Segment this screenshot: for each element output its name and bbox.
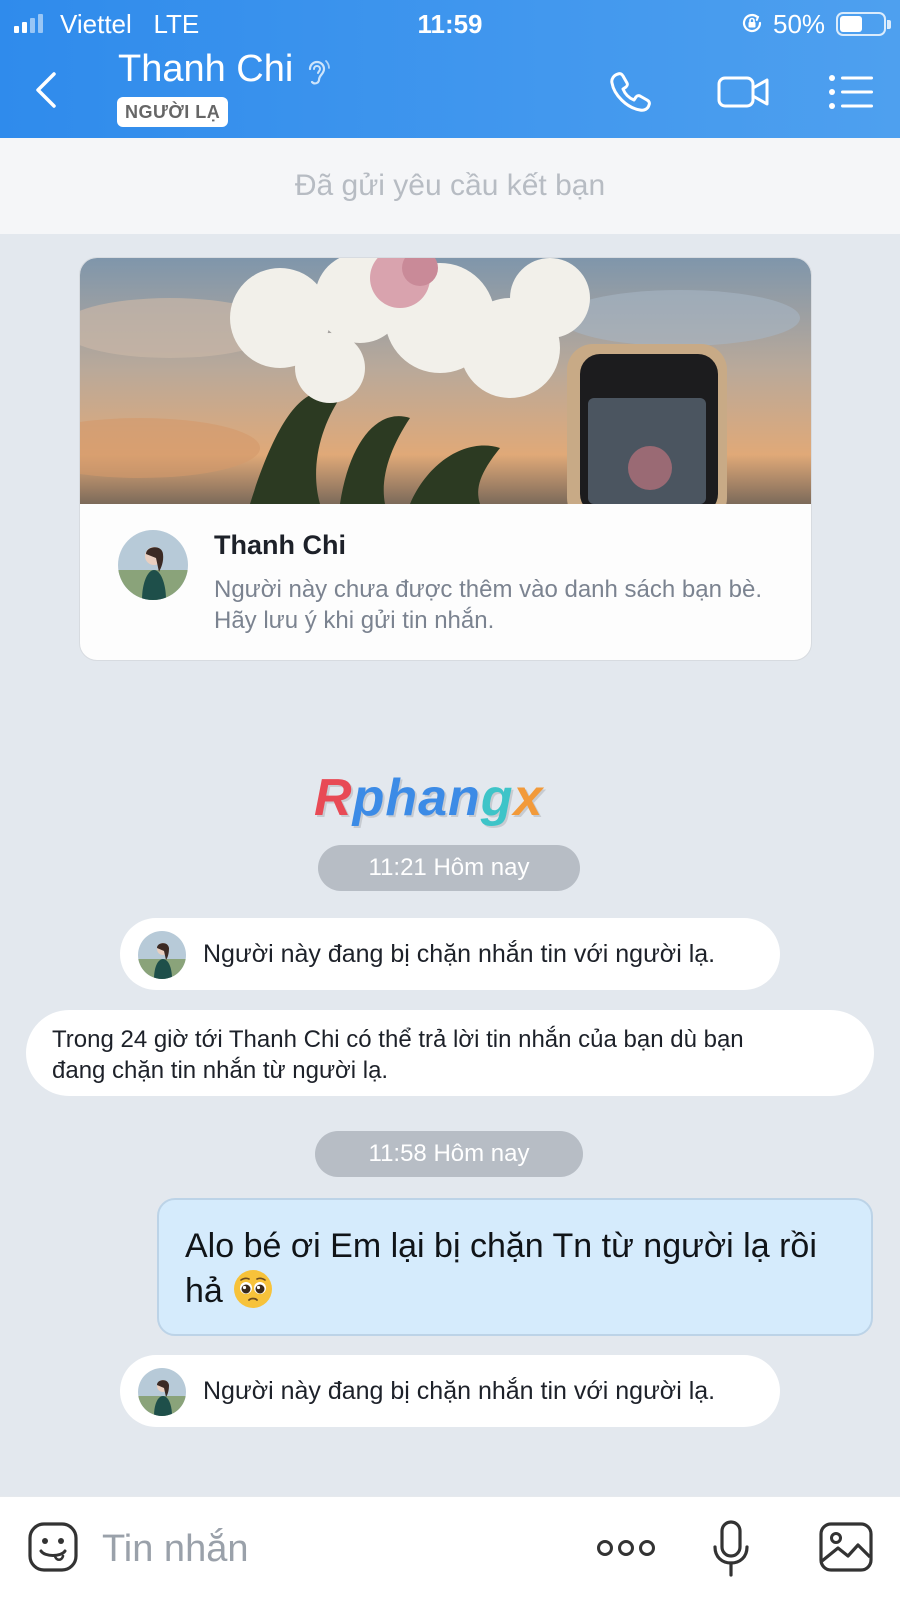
microphone-icon[interactable] (712, 1519, 750, 1579)
status-time: 11:59 (417, 9, 483, 39)
message-input[interactable] (102, 1519, 542, 1579)
stranger-badge: NGƯỜI LẠ (117, 97, 229, 127)
hearing-icon[interactable] (304, 55, 330, 89)
stranger-warning: Người này chưa được thêm vào danh sách b… (214, 576, 762, 634)
watermark-letter-r: R (314, 769, 353, 827)
system-notice-text: Người này đang bị chặn nhắn tin với ngườ… (203, 1377, 716, 1405)
rotation-lock-icon (742, 13, 762, 33)
watermark-letter-x: x (513, 769, 544, 827)
more-dots-icon[interactable] (596, 1533, 656, 1563)
back-arrow-icon[interactable] (28, 68, 68, 112)
cover-photo (80, 258, 811, 504)
outgoing-message[interactable]: Alo bé ơi Em lại bị chặn Tn từ người lạ … (157, 1198, 873, 1336)
chat-header: Viettel LTE 11:59 50% Thanh Chi NGƯỜI LẠ (0, 0, 900, 138)
info-message: Trong 24 giờ tới Thanh Chi có thể trả lờ… (26, 1010, 874, 1096)
battery-icon (836, 12, 891, 36)
image-icon[interactable] (818, 1521, 874, 1573)
system-notice-text: Người này đang bị chặn nhắn tin với ngườ… (203, 940, 716, 968)
outgoing-message-line: Alo bé ơi Em lại bị chặn Tn từ người lạ … (185, 1227, 817, 1265)
message-composer (0, 1496, 900, 1600)
video-camera-icon[interactable] (716, 68, 770, 116)
info-message-line: Trong 24 giờ tới Thanh Chi có thể trả lờ… (52, 1026, 744, 1053)
sticker-icon[interactable] (27, 1521, 79, 1573)
outgoing-message-line: hả (185, 1272, 223, 1310)
profile-avatar[interactable] (118, 530, 188, 600)
time-separator: 11:58 Hôm nay (315, 1131, 583, 1177)
pleading-face-emoji-icon (234, 1270, 273, 1308)
contact-name[interactable]: Thanh Chi (118, 48, 293, 91)
system-notice: Người này đang bị chặn nhắn tin với ngườ… (120, 918, 780, 990)
menu-list-icon[interactable] (828, 68, 874, 116)
time-separator: 11:21 Hôm nay (318, 845, 580, 891)
battery-percentage: 50% (773, 9, 826, 39)
battery-level (840, 16, 862, 32)
watermark-letters: phan (352, 769, 481, 827)
system-notice: Người này đang bị chặn nhắn tin với ngườ… (120, 1355, 780, 1427)
status-bar: Viettel LTE 11:59 50% (0, 0, 900, 46)
watermark-logo: Rphangx (314, 768, 543, 828)
watermark-letter-g: g (480, 769, 514, 827)
profile-card[interactable]: Thanh Chi Người này chưa được thêm vào d… (79, 257, 812, 661)
phone-icon[interactable] (606, 68, 654, 116)
avatar[interactable] (138, 931, 186, 979)
friend-request-status: Đã gửi yêu cầu kết bạn (0, 138, 900, 234)
profile-name: Thanh Chi (214, 530, 346, 560)
avatar[interactable] (138, 1368, 186, 1416)
info-message-line: đang chặn tin nhắn từ người lạ. (52, 1057, 389, 1084)
